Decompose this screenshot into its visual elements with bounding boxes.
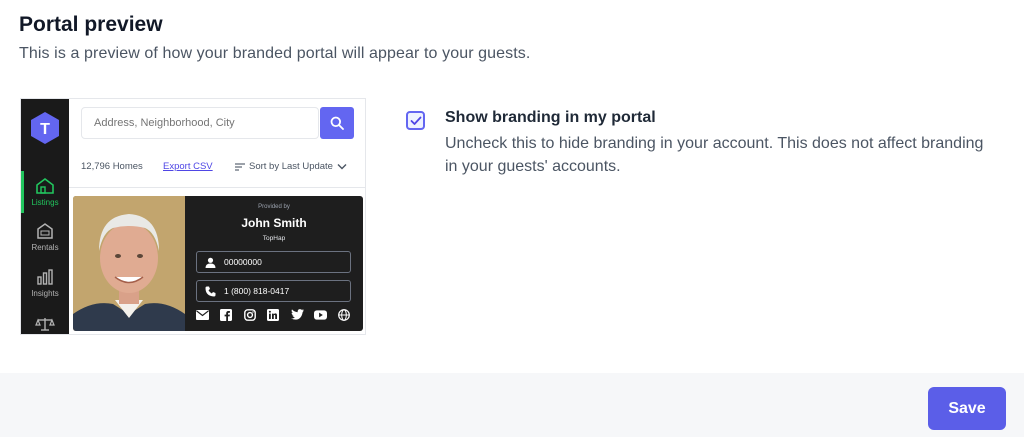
- agent-photo: [73, 196, 185, 331]
- agent-branding-card: Provided by John Smith TopHap 00000000 1…: [73, 196, 363, 331]
- sort-lines-icon: [235, 162, 245, 171]
- phone-icon: [205, 286, 216, 296]
- svg-text:T: T: [40, 121, 50, 138]
- rent-sign-icon: [37, 223, 53, 239]
- checkmark-icon: [410, 116, 421, 125]
- preview-search-box[interactable]: [81, 107, 319, 139]
- agent-company: TopHap: [262, 235, 286, 242]
- nav-item-rentals[interactable]: Rentals: [21, 222, 69, 252]
- show-branding-checkbox[interactable]: [406, 111, 425, 130]
- agent-name: John Smith: [241, 216, 307, 230]
- sort-dropdown[interactable]: Sort by Last Update: [235, 161, 347, 172]
- provided-by-label: Provided by: [258, 204, 290, 210]
- agent-license: 00000000: [224, 257, 262, 267]
- preview-search-button[interactable]: [320, 107, 354, 139]
- preview-search-input[interactable]: [82, 108, 318, 138]
- nav-label: Insights: [31, 289, 59, 298]
- nav-label: Listings: [31, 198, 59, 207]
- show-branding-description: Uncheck this to hide branding in your ac…: [445, 135, 984, 175]
- search-icon: [330, 116, 344, 130]
- mail-icon[interactable]: [196, 308, 209, 321]
- show-branding-label[interactable]: Show branding in my portal: [445, 109, 656, 127]
- agent-social-links: [196, 308, 351, 321]
- export-csv-link[interactable]: Export CSV: [163, 161, 213, 172]
- sort-label: Sort by Last Update: [249, 161, 333, 172]
- preview-divider: [69, 187, 365, 188]
- bar-chart-icon: [37, 269, 53, 285]
- youtube-icon[interactable]: [314, 308, 328, 321]
- footer-bar: [0, 373, 1024, 437]
- home-icon: [36, 178, 54, 194]
- portal-preview-frame: T Listings Rentals Insights Address, Nei…: [20, 98, 366, 335]
- page-subtitle: This is a preview of how your branded po…: [19, 45, 531, 62]
- preview-sidebar: T Listings Rentals Insights: [21, 99, 69, 334]
- twitter-icon[interactable]: [290, 308, 304, 321]
- globe-icon[interactable]: [338, 308, 351, 321]
- nav-item-insights[interactable]: Insights: [21, 268, 69, 298]
- save-button[interactable]: Save: [928, 387, 1006, 430]
- page-title: Portal preview: [19, 13, 163, 36]
- chevron-down-icon: [337, 164, 347, 170]
- nav-item-compare[interactable]: [21, 317, 69, 334]
- agent-phone: 1 (800) 818-0417: [224, 286, 290, 296]
- linkedin-icon[interactable]: [267, 308, 280, 321]
- tophap-logo: T: [31, 112, 59, 144]
- user-icon: [205, 257, 216, 268]
- facebook-icon[interactable]: [220, 308, 233, 321]
- nav-label: Rentals: [31, 243, 59, 252]
- nav-item-listings[interactable]: Listings: [21, 177, 69, 207]
- scales-icon: [35, 318, 55, 331]
- agent-license-field: 00000000: [196, 251, 351, 273]
- portal-preview-page: Portal preview This is a preview of how …: [0, 0, 1024, 437]
- instagram-icon[interactable]: [243, 308, 256, 321]
- homes-count: 12,796 Homes: [81, 161, 143, 172]
- agent-info: Provided by John Smith TopHap 00000000 1…: [185, 196, 363, 331]
- agent-phone-field: 1 (800) 818-0417: [196, 280, 351, 302]
